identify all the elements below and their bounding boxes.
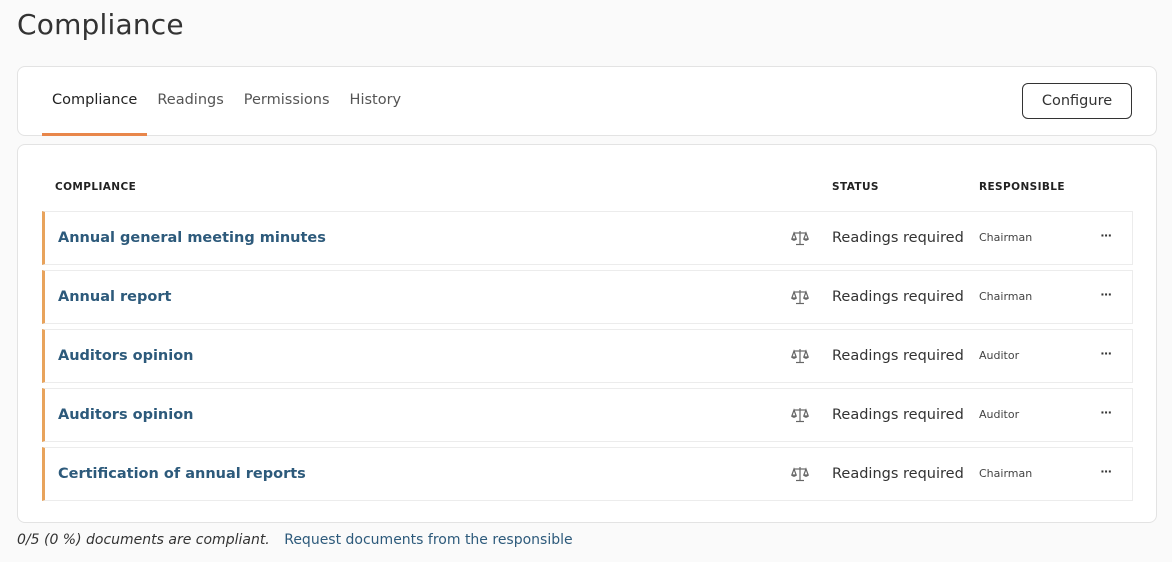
more-menu-icon[interactable]: ··· [1095, 344, 1117, 366]
responsible-text: Auditor [979, 349, 1020, 362]
table-row: Auditors opinion Readings required Audit… [42, 388, 1133, 442]
scale-icon [791, 467, 809, 482]
status-text: Readings required [832, 289, 964, 305]
status-text: Readings required [832, 230, 964, 246]
compliance-summary: 0/5 (0 %) documents are compliant. [17, 532, 270, 548]
tab-bar: Compliance Readings Permissions History [42, 67, 411, 137]
column-header-responsible: RESPONSIBLE [979, 181, 1065, 193]
tab-history[interactable]: History [340, 67, 412, 135]
column-header-status: STATUS [832, 181, 879, 193]
compliance-table: COMPLIANCE STATUS RESPONSIBLE Annual gen… [17, 144, 1157, 523]
status-text: Readings required [832, 466, 964, 482]
compliance-item-link[interactable]: Auditors opinion [58, 389, 194, 441]
table-row: Auditors opinion Readings required Audit… [42, 329, 1133, 383]
status-text: Readings required [832, 348, 964, 364]
tabs-card: Compliance Readings Permissions History … [17, 66, 1157, 136]
responsible-text: Chairman [979, 290, 1033, 303]
compliance-item-link[interactable]: Auditors opinion [58, 330, 194, 382]
scale-icon [791, 290, 809, 305]
tab-permissions[interactable]: Permissions [234, 67, 340, 135]
column-header-compliance: COMPLIANCE [55, 181, 137, 193]
table-row: Annual report Readings required Chairman… [42, 270, 1133, 324]
more-menu-icon[interactable]: ··· [1095, 226, 1117, 248]
tab-compliance[interactable]: Compliance [42, 67, 148, 136]
responsible-text: Auditor [979, 408, 1020, 421]
footer: 0/5 (0 %) documents are compliant. Reque… [17, 532, 573, 548]
responsible-text: Chairman [979, 467, 1033, 480]
scale-icon [791, 349, 809, 364]
more-menu-icon[interactable]: ··· [1095, 403, 1117, 425]
more-menu-icon[interactable]: ··· [1095, 285, 1117, 307]
request-documents-link[interactable]: Request documents from the responsible [284, 532, 572, 548]
table-body: Annual general meeting minutes Readings … [42, 211, 1133, 506]
compliance-item-link[interactable]: Annual general meeting minutes [58, 212, 326, 264]
status-text: Readings required [832, 407, 964, 423]
responsible-text: Chairman [979, 231, 1033, 244]
compliance-item-link[interactable]: Certification of annual reports [58, 448, 306, 500]
more-menu-icon[interactable]: ··· [1095, 462, 1117, 484]
table-row: Annual general meeting minutes Readings … [42, 211, 1133, 265]
tab-readings[interactable]: Readings [147, 67, 233, 135]
table-row: Certification of annual reports Readings… [42, 447, 1133, 501]
compliance-item-link[interactable]: Annual report [58, 271, 171, 323]
scale-icon [791, 408, 809, 423]
scale-icon [791, 231, 809, 246]
page-title: Compliance [17, 8, 184, 41]
configure-button[interactable]: Configure [1022, 83, 1132, 119]
